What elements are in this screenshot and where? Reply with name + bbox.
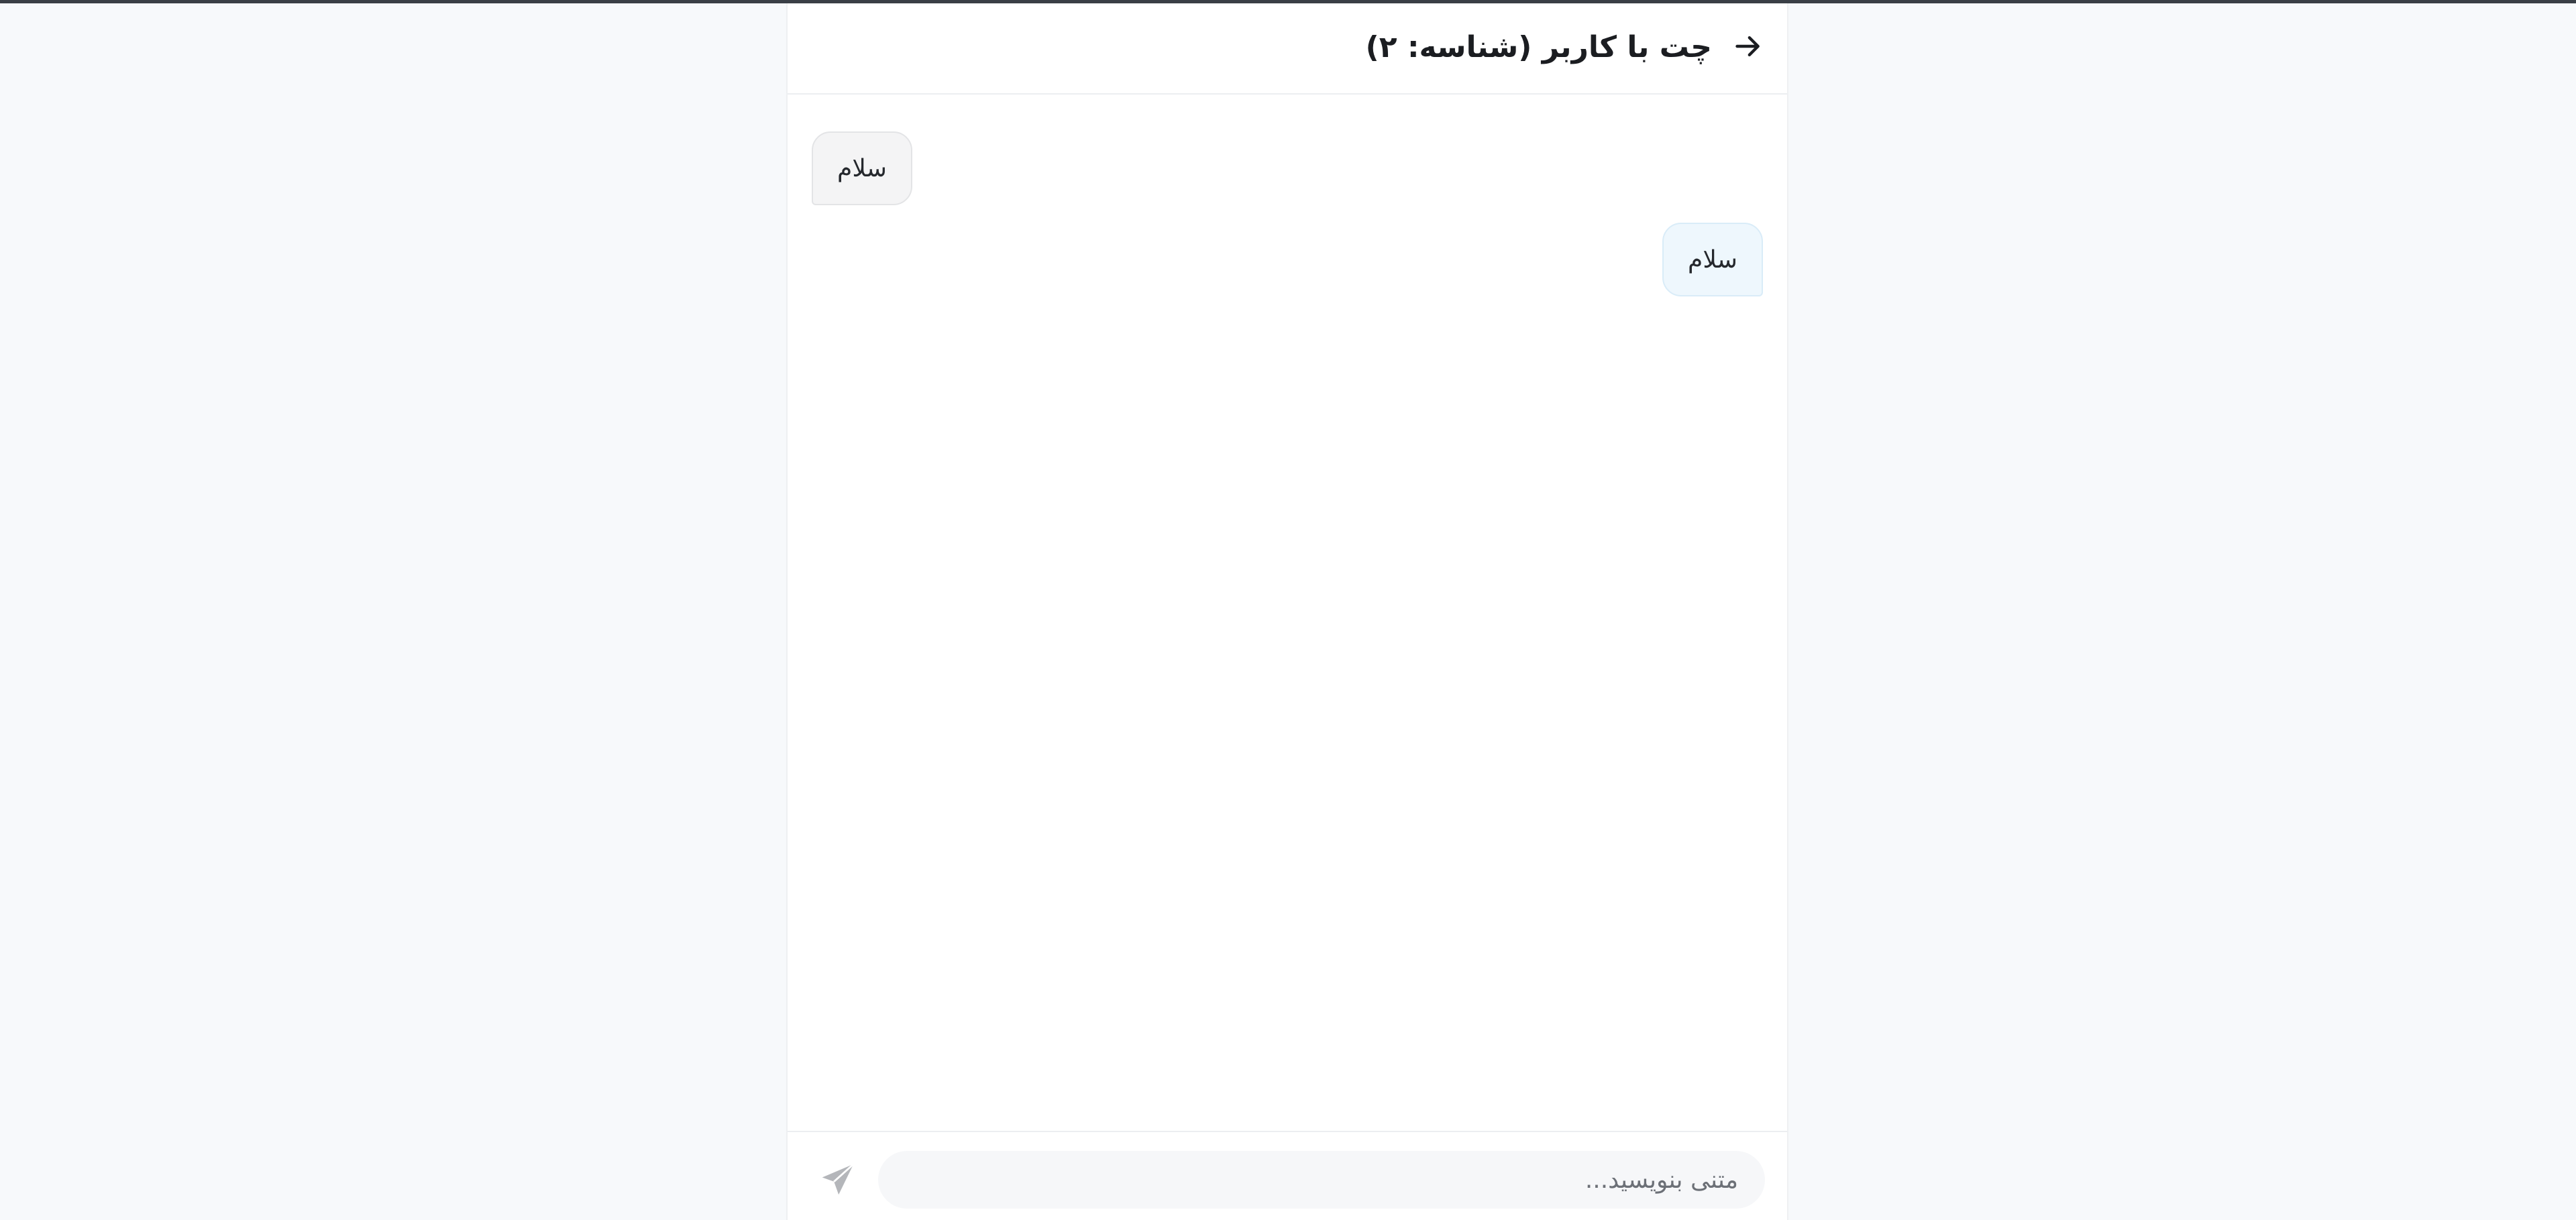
send-button[interactable]: [816, 1158, 860, 1202]
chat-title: چت با کاربر (شناسه: ۲): [1365, 30, 1712, 64]
back-button[interactable]: [1731, 29, 1766, 64]
paper-plane-icon: [822, 1163, 855, 1195]
chat-panel: چت با کاربر (شناسه: ۲) سلام سلام: [786, 3, 1788, 1220]
incoming-message-bubble: سلام: [812, 131, 912, 205]
outgoing-message-bubble: سلام: [1662, 223, 1763, 296]
message-composer: [788, 1131, 1787, 1220]
message-list: سلام سلام: [788, 95, 1787, 1134]
arrow-right-icon: [1735, 36, 1760, 57]
chat-header: چت با کاربر (شناسه: ۲): [788, 3, 1787, 95]
message-input[interactable]: [878, 1151, 1765, 1209]
